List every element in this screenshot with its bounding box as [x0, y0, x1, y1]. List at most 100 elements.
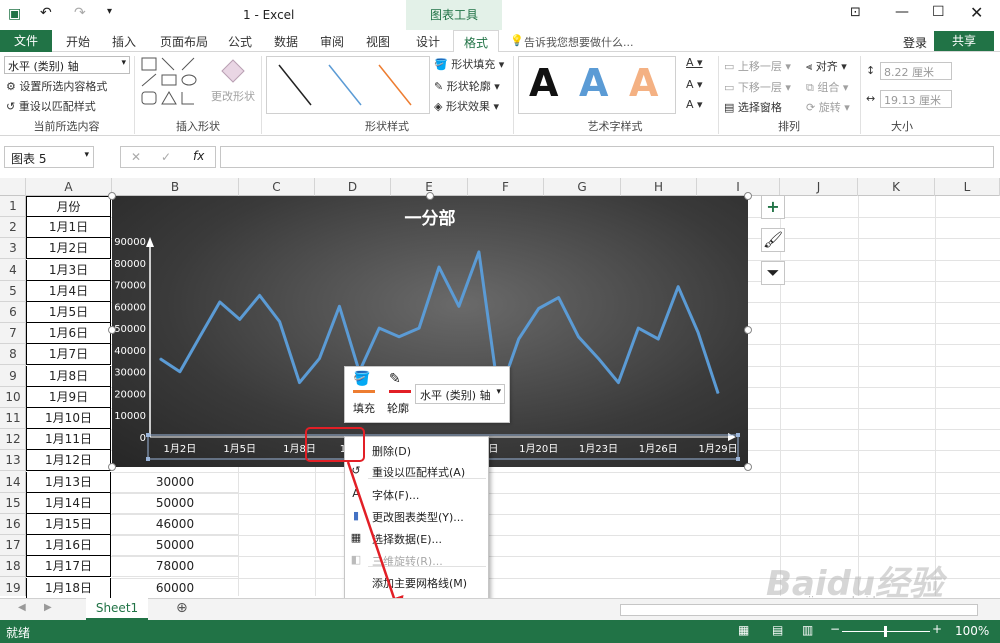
bring-forward-button[interactable]: ▭ 上移一层 ▾ — [724, 58, 791, 74]
row-header[interactable]: 14 — [0, 472, 26, 493]
context-menu-item[interactable]: 更改图表类型(Y)... — [372, 509, 464, 525]
tab-page-layout[interactable]: 页面布局 — [160, 33, 208, 50]
close-icon[interactable]: ✕ — [970, 3, 983, 22]
table-cell[interactable]: 1月17日 — [26, 556, 111, 578]
wordart-gallery[interactable]: A A A — [518, 56, 676, 114]
context-menu-item[interactable]: 字体(F)... — [372, 487, 419, 503]
row-header[interactable]: 1 — [0, 196, 26, 217]
line-chart-plot[interactable]: 0 10000 20000 30000 40000 50000 60000 70000 8000… — [112, 196, 748, 467]
resize-handle[interactable] — [744, 192, 752, 200]
shape-outline-button[interactable]: ✎ 形状轮廓 ▾ — [434, 78, 500, 94]
column-header[interactable]: I — [697, 178, 780, 196]
row-header[interactable]: 13 — [0, 450, 26, 472]
page-break-view-icon[interactable]: ▥ — [802, 623, 813, 637]
context-menu-item[interactable]: 删除(D) — [372, 443, 411, 459]
shapes-gallery[interactable] — [140, 56, 206, 112]
table-cell[interactable]: 1月13日 — [26, 471, 111, 493]
zoom-level[interactable]: 100% — [955, 624, 989, 638]
text-effects-icon[interactable]: A ▾ — [686, 98, 703, 111]
row-header[interactable]: 11 — [0, 408, 26, 429]
sheet-tab[interactable]: Sheet1 — [86, 598, 148, 620]
maximize-icon[interactable]: ☐ — [932, 4, 945, 20]
text-outline-icon[interactable]: A ▾ — [686, 78, 703, 91]
column-header[interactable]: F — [468, 178, 544, 196]
selection-pane-button[interactable]: ▤ 选择窗格 — [724, 99, 782, 115]
outline-pen-icon[interactable]: ✎ — [389, 371, 411, 389]
resize-handle[interactable] — [426, 192, 434, 200]
context-menu-item[interactable]: 选择数据(E)... — [372, 531, 442, 547]
column-header[interactable]: D — [315, 178, 391, 196]
table-cell[interactable]: 1月8日 — [26, 365, 111, 387]
chart-element-dropdown[interactable]: 水平 (类别) 轴 ▾ — [4, 56, 130, 74]
table-cell[interactable]: 78000 — [112, 556, 238, 578]
tab-format[interactable]: 格式 — [453, 30, 500, 52]
mini-element-selector[interactable]: 水平 (类别) 轴 ▾ — [415, 384, 505, 404]
prev-sheet-icon[interactable]: ◀ — [18, 602, 26, 613]
chart-filters-button[interactable]: ⏷ — [761, 261, 785, 285]
row-header[interactable]: 15 — [0, 493, 26, 514]
tab-data[interactable]: 数据 — [274, 33, 298, 50]
redo-icon[interactable]: ↷ — [74, 5, 86, 21]
row-header[interactable]: 3 — [0, 238, 26, 260]
column-header[interactable]: K — [858, 178, 935, 196]
table-cell[interactable]: 1月5日 — [26, 302, 111, 323]
row-header[interactable]: 19 — [0, 578, 26, 599]
table-cell[interactable]: 1月10日 — [26, 408, 111, 429]
table-cell[interactable]: 1月9日 — [26, 386, 111, 408]
table-cell[interactable]: 60000 — [112, 578, 238, 599]
table-cell[interactable]: 1月4日 — [26, 280, 111, 302]
tab-formulas[interactable]: 公式 — [228, 33, 252, 50]
column-header[interactable]: G — [544, 178, 621, 196]
column-header[interactable]: H — [621, 178, 697, 196]
share-button[interactable]: 共享 — [934, 31, 994, 51]
select-all-corner[interactable] — [0, 178, 26, 196]
zoom-out-icon[interactable]: − — [830, 622, 840, 636]
ribbon-display-icon[interactable]: ⊡ — [850, 5, 861, 20]
align-button[interactable]: ⫷ 对齐 ▾ — [806, 58, 847, 74]
tab-file[interactable]: 文件 — [0, 30, 52, 52]
row-header[interactable]: 8 — [0, 344, 26, 366]
minimize-icon[interactable]: — — [895, 4, 909, 20]
table-cell[interactable]: 1月14日 — [26, 492, 111, 514]
row-header[interactable]: 2 — [0, 217, 26, 239]
row-header[interactable]: 12 — [0, 429, 26, 451]
tab-insert[interactable]: 插入 — [112, 33, 136, 50]
row-header[interactable]: 4 — [0, 260, 26, 281]
table-cell[interactable]: 46000 — [112, 514, 238, 535]
table-cell[interactable]: 50000 — [112, 535, 238, 557]
column-header[interactable]: A — [26, 178, 112, 196]
resize-handle[interactable] — [108, 192, 116, 200]
table-cell[interactable]: 1月11日 — [26, 429, 111, 451]
page-layout-view-icon[interactable]: ▤ — [772, 623, 783, 637]
row-header[interactable]: 5 — [0, 281, 26, 302]
resize-handle[interactable] — [108, 326, 116, 334]
shape-fill-button[interactable]: 🪣 形状填充 ▾ — [434, 56, 504, 72]
column-header[interactable]: B — [112, 178, 239, 196]
column-header[interactable]: J — [780, 178, 858, 196]
context-menu-item[interactable]: 添加主要网格线(M) — [372, 575, 467, 591]
table-cell[interactable]: 1月6日 — [26, 323, 111, 345]
tab-home[interactable]: 开始 — [66, 33, 90, 50]
chart-elements-button[interactable]: + — [761, 195, 785, 219]
table-cell[interactable]: 30000 — [112, 472, 238, 493]
table-cell[interactable]: 50000 — [112, 493, 238, 514]
text-fill-icon[interactable]: A ▾ — [686, 56, 703, 69]
next-sheet-icon[interactable]: ▶ — [44, 602, 52, 613]
insert-function-button[interactable]: fx — [193, 149, 204, 163]
header-cell[interactable]: 月份 — [26, 196, 111, 217]
chart-styles-button[interactable]: 🖌 — [761, 228, 785, 252]
table-cell[interactable]: 1月3日 — [26, 259, 111, 281]
tell-me-input[interactable]: 告诉我您想要做什么... — [524, 34, 634, 50]
cancel-icon[interactable]: ✕ — [131, 150, 141, 164]
row-header[interactable]: 18 — [0, 556, 26, 578]
table-cell[interactable]: 1月7日 — [26, 344, 111, 366]
send-backward-button[interactable]: ▭ 下移一层 ▾ — [724, 79, 791, 95]
tab-design[interactable]: 设计 — [416, 33, 440, 50]
resize-handle[interactable] — [744, 463, 752, 471]
row-header[interactable]: 7 — [0, 323, 26, 345]
table-cell[interactable]: 1月18日 — [26, 577, 111, 599]
shape-height-input[interactable]: 8.22 厘米 — [880, 62, 952, 80]
format-selection-button[interactable]: ⚙ 设置所选内容格式 — [6, 78, 107, 94]
table-cell[interactable]: 1月16日 — [26, 535, 111, 557]
tab-review[interactable]: 审阅 — [320, 33, 344, 50]
